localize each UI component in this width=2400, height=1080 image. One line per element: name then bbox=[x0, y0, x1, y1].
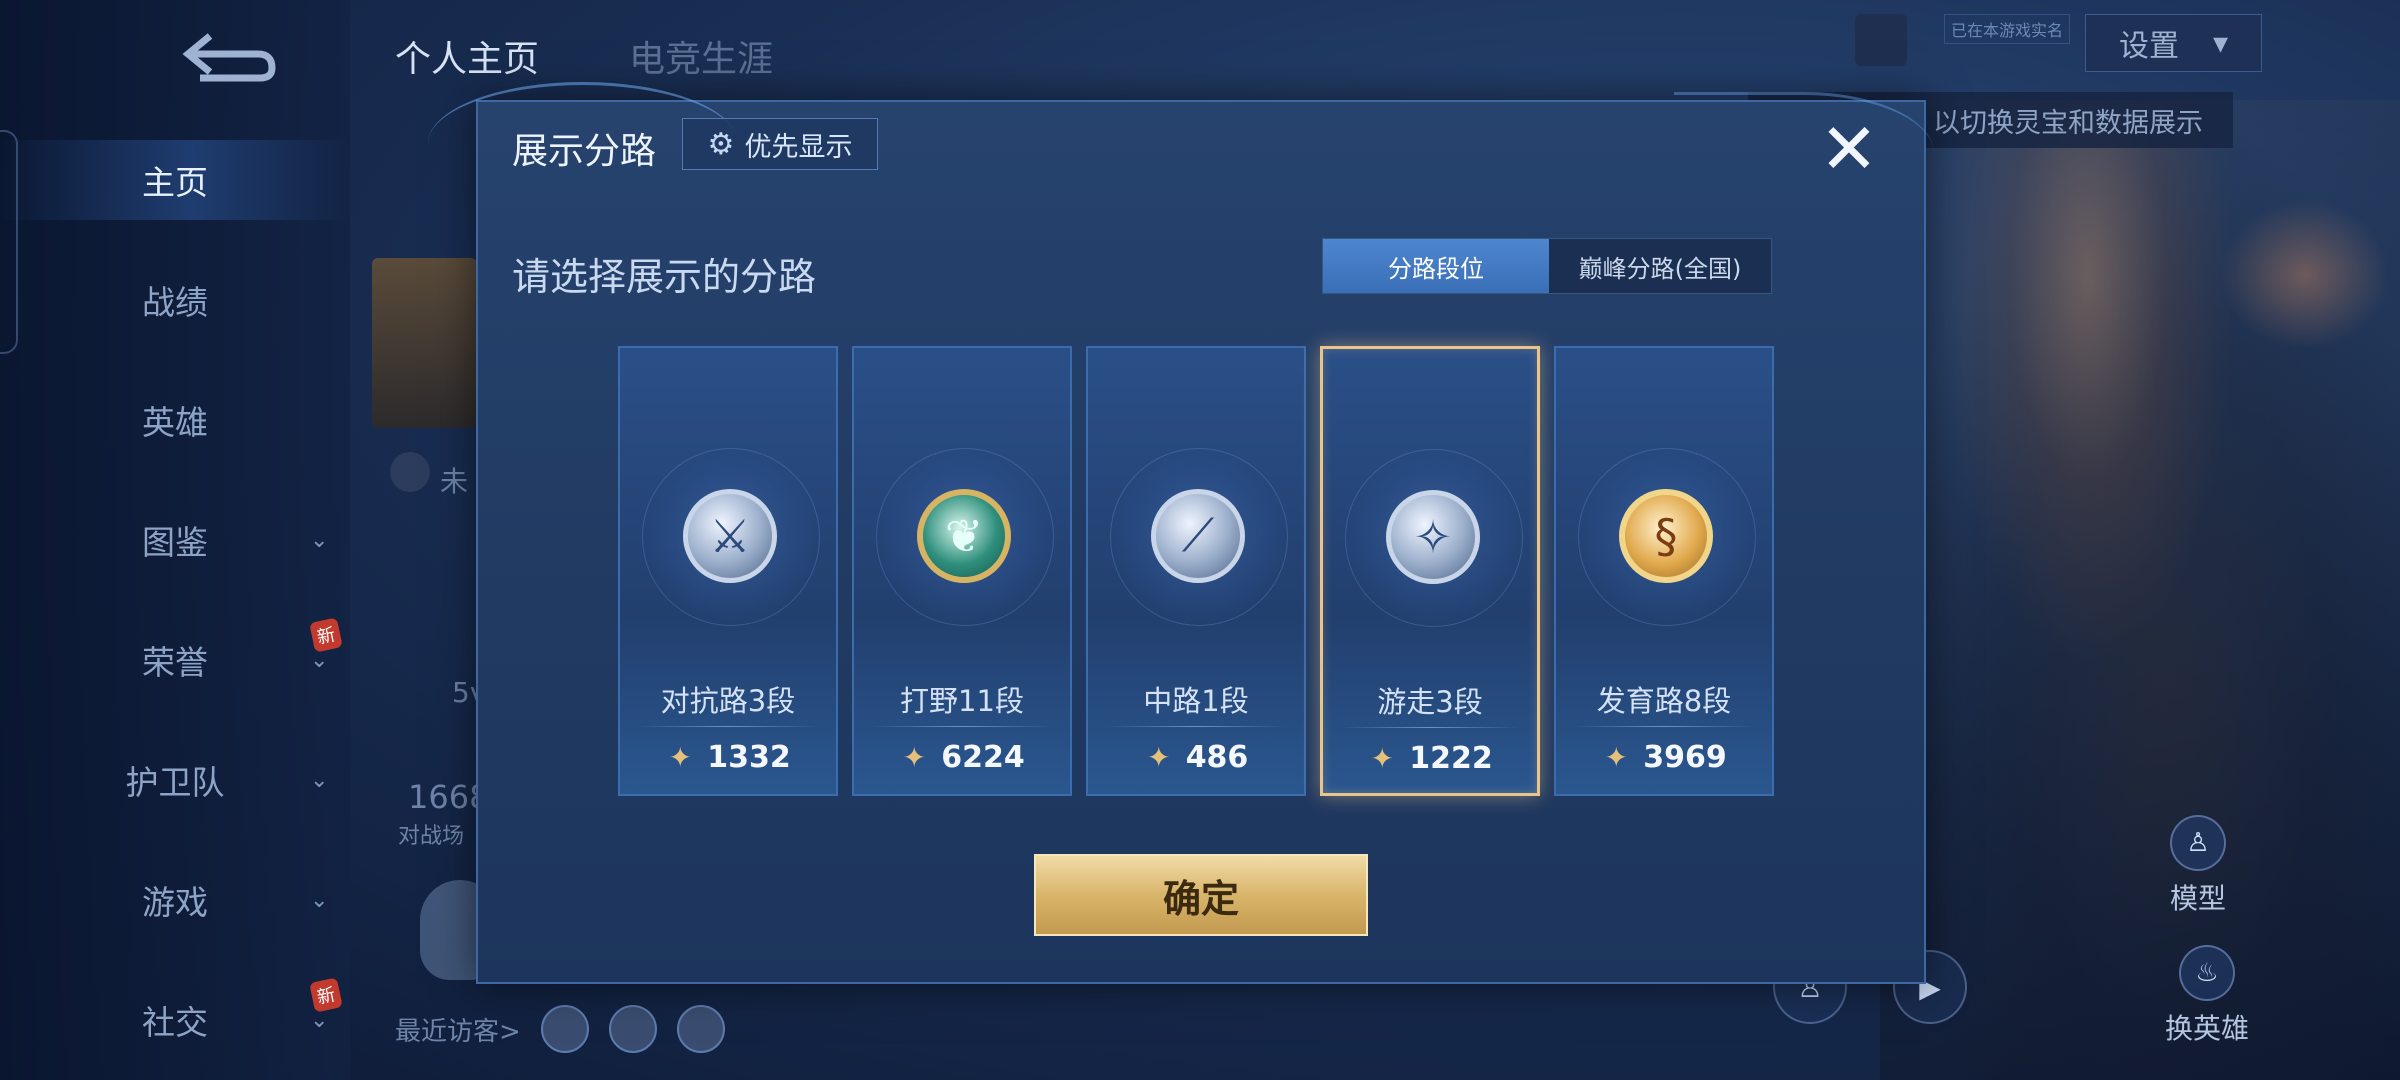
close-icon[interactable]: ✕ bbox=[1814, 114, 1884, 184]
sidebar-item-record[interactable]: 战绩 bbox=[0, 260, 350, 340]
visitors-label: 最近访客> bbox=[395, 1016, 521, 1047]
crossed-swords-icon: ⚔ bbox=[683, 489, 777, 583]
wings-icon: ✧ bbox=[1386, 490, 1480, 584]
score-icon: ✦ bbox=[902, 740, 926, 774]
sidebar-item-guard[interactable]: 护卫队 ⌄ bbox=[0, 740, 350, 820]
wand-icon: ⟋ bbox=[1151, 489, 1245, 583]
score-value: 1332 bbox=[707, 740, 791, 775]
back-arrow-icon[interactable] bbox=[180, 28, 280, 82]
chevron-down-icon: ⌄ bbox=[310, 767, 329, 793]
score-icon: ✦ bbox=[1370, 741, 1394, 775]
sidebar-item-label: 社交 bbox=[142, 1003, 208, 1042]
bow-icon: § bbox=[1619, 489, 1713, 583]
sidebar-item-label: 图鉴 bbox=[142, 523, 208, 562]
sidebar-item-label: 荣誉 bbox=[142, 643, 208, 682]
hero-hand bbox=[2220, 200, 2390, 350]
qq-icon[interactable] bbox=[1855, 14, 1907, 66]
lane-score: ✦ 3969 bbox=[1556, 740, 1772, 775]
stat-label: 对战场 bbox=[398, 824, 465, 849]
new-badge: 新 bbox=[309, 617, 343, 653]
divider bbox=[1341, 727, 1519, 728]
chevron-down-icon: ▾ bbox=[2212, 25, 2229, 61]
model-button[interactable]: ♙ 模型 bbox=[2170, 815, 2226, 917]
model-label: 模型 bbox=[2170, 882, 2227, 915]
gear-icon: ⚙ bbox=[707, 126, 735, 162]
dragon-icon: ❦ bbox=[917, 489, 1011, 583]
lane-rank-label: 中路1段 bbox=[1143, 684, 1249, 718]
sidebar-item-honor[interactable]: 荣誉 ⌄ 新 bbox=[0, 617, 350, 700]
settings-dropdown[interactable]: 设置 ▾ bbox=[2085, 14, 2262, 72]
sidebar-item-social[interactable]: 社交 ⌄ 新 bbox=[0, 977, 350, 1060]
sidebar-item-label: 英雄 bbox=[142, 403, 208, 442]
lane-score: ✦ 1332 bbox=[620, 740, 836, 775]
lane-card-top[interactable]: ⚔ 对抗路3段 ✦ 1332 bbox=[618, 346, 838, 796]
verify-tag: 已在本游戏实名 bbox=[1944, 14, 2071, 44]
sidebar-item-label: 护卫队 bbox=[125, 763, 225, 802]
lane-cards: ⚔ 对抗路3段 ✦ 1332 ❦ 打野11段 ✦ 6224 ⟋ 中路1段 ✦ 4… bbox=[618, 346, 1774, 796]
decorative-swirl bbox=[1674, 92, 1934, 215]
score-value: 6224 bbox=[941, 740, 1025, 775]
divider bbox=[1574, 726, 1754, 727]
lane-rank-label: 对抗路3段 bbox=[660, 684, 796, 718]
lane-rank-label: 发育路8段 bbox=[1596, 684, 1732, 718]
avatar[interactable] bbox=[676, 1005, 725, 1053]
divider bbox=[872, 726, 1052, 727]
lane-score: ✦ 6224 bbox=[854, 740, 1070, 775]
divider bbox=[1106, 726, 1286, 727]
sidebar-item-label: 游戏 bbox=[142, 883, 208, 922]
toggle-lane-rank[interactable]: 分路段位 bbox=[1323, 239, 1549, 293]
tab-personal-home[interactable]: 个人主页 bbox=[395, 30, 539, 82]
lane-select-dialog: 展示分路 ⚙ 优先显示 ✕ 请选择展示的分路 分路段位 巅峰分路(全国) ⚔ 对… bbox=[428, 82, 1934, 984]
score-icon: ✦ bbox=[1146, 740, 1171, 774]
view-toggle: 分路段位 巅峰分路(全国) bbox=[1322, 238, 1772, 294]
section-title: 请选择展示的分路 bbox=[512, 255, 817, 299]
settings-label: 设置 bbox=[2118, 29, 2179, 64]
priority-label: 优先显示 bbox=[744, 131, 853, 163]
profile-tabs: 个人主页 电竞生涯 bbox=[395, 30, 773, 82]
sidebar-item-label: 战绩 bbox=[142, 283, 208, 322]
score-icon: ✦ bbox=[1604, 740, 1628, 774]
lane-card-jungle[interactable]: ❦ 打野11段 ✦ 6224 bbox=[852, 346, 1072, 796]
tab-esports-career[interactable]: 电竞生涯 bbox=[629, 30, 773, 82]
sidebar: 主页 战绩 英雄 图鉴 ⌄ 荣誉 ⌄ 新 护卫队 ⌄ 游戏 ⌄ 社交 ⌄ 新 bbox=[0, 0, 350, 1080]
avatar[interactable] bbox=[372, 258, 477, 428]
confirm-button[interactable]: 确定 bbox=[1034, 854, 1368, 936]
switch-hero-label: 换英雄 bbox=[2165, 1012, 2250, 1045]
rank-icon bbox=[390, 452, 430, 492]
toggle-peak-lane[interactable]: 巅峰分路(全国) bbox=[1549, 239, 1771, 293]
score-value: 486 bbox=[1185, 740, 1249, 775]
dialog-title: 展示分路 bbox=[512, 131, 657, 172]
avatar[interactable] bbox=[608, 1005, 657, 1053]
chevron-down-icon: ⌄ bbox=[310, 527, 329, 553]
sidebar-item-game[interactable]: 游戏 ⌄ bbox=[0, 860, 350, 940]
lane-card-roam[interactable]: ✧ 游走3段 ✦ 1222 bbox=[1320, 346, 1540, 796]
score-icon: ✦ bbox=[668, 740, 692, 774]
sidebar-item-heroes[interactable]: 英雄 bbox=[0, 380, 350, 460]
chevron-down-icon: ⌄ bbox=[310, 887, 329, 913]
avatar[interactable] bbox=[540, 1005, 589, 1053]
sidebar-item-label: 主页 bbox=[142, 163, 208, 202]
switch-hero-button[interactable]: ♨ 换英雄 bbox=[2165, 945, 2249, 1047]
sidebar-item-home[interactable]: 主页 bbox=[0, 140, 350, 220]
score-value: 1222 bbox=[1409, 741, 1493, 776]
lane-score: ✦ 1222 bbox=[1323, 741, 1537, 776]
recent-visitors[interactable]: 最近访客> bbox=[395, 1005, 725, 1053]
score-value: 3969 bbox=[1643, 740, 1727, 775]
sidebar-item-codex[interactable]: 图鉴 ⌄ bbox=[0, 500, 350, 580]
lane-rank-label: 打野11段 bbox=[900, 684, 1024, 718]
new-badge: 新 bbox=[309, 977, 343, 1013]
lane-score: ✦ 486 bbox=[1088, 740, 1304, 775]
lane-rank-label: 游走3段 bbox=[1377, 685, 1483, 719]
priority-display-button[interactable]: ⚙ 优先显示 bbox=[682, 118, 878, 170]
lane-card-mid[interactable]: ⟋ 中路1段 ✦ 486 bbox=[1086, 346, 1306, 796]
divider bbox=[638, 726, 818, 727]
figure-icon: ♙ bbox=[2170, 815, 2226, 871]
partial-text: 未 bbox=[440, 465, 469, 498]
flame-icon: ♨ bbox=[2179, 945, 2235, 1001]
lane-card-farm[interactable]: § 发育路8段 ✦ 3969 bbox=[1554, 346, 1774, 796]
